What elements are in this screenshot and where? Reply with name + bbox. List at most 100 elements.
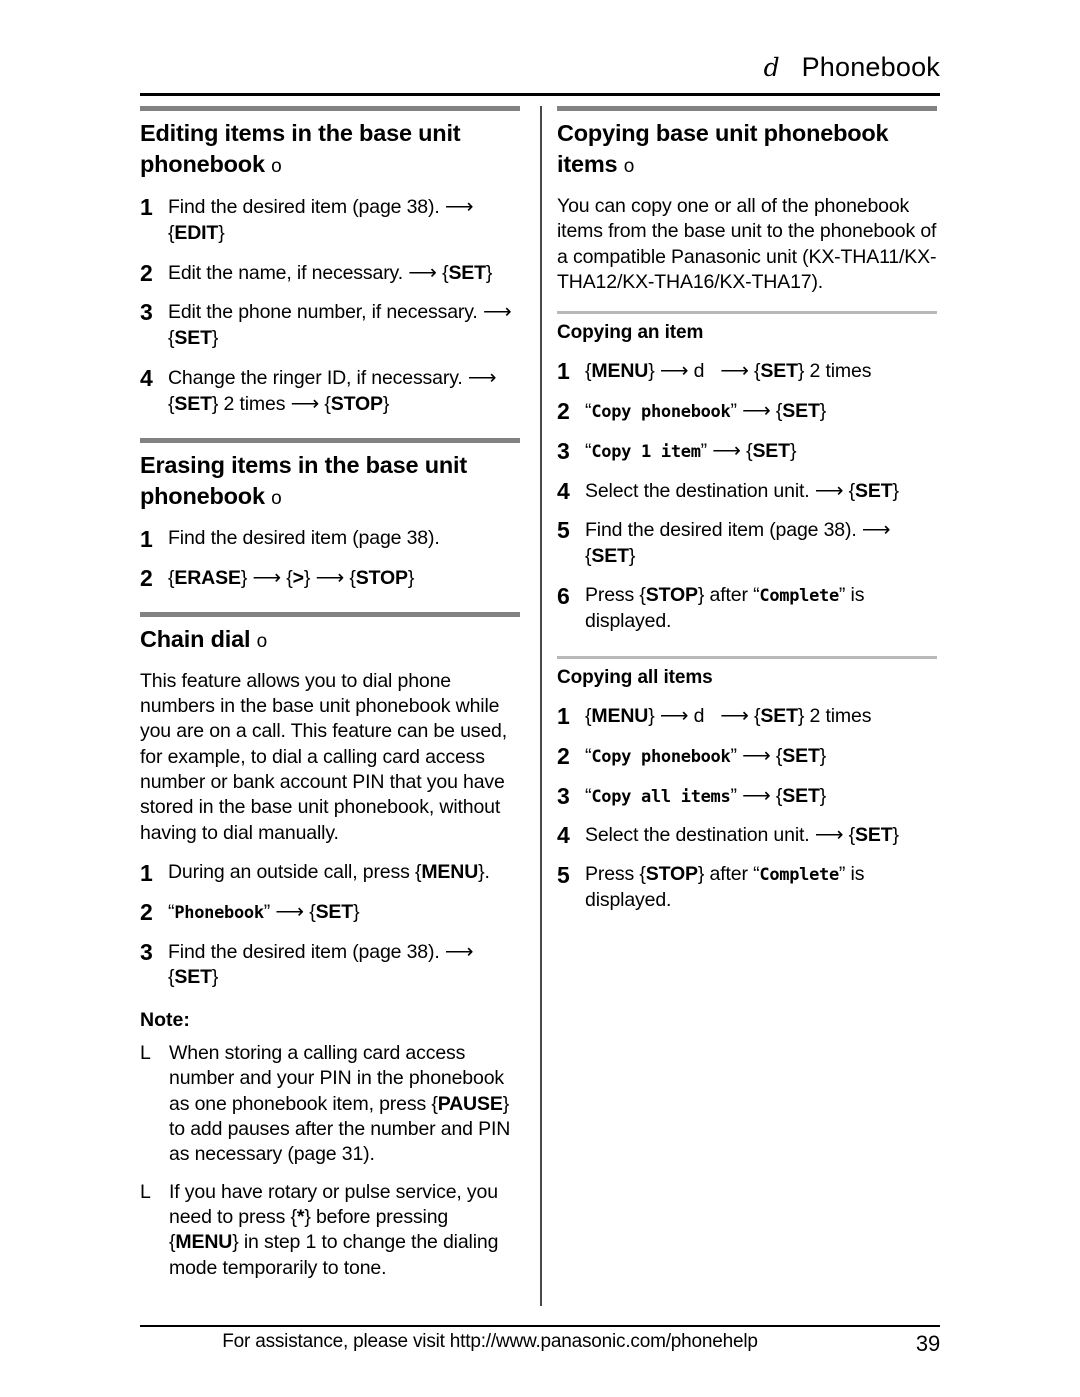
section-heading: Editing items in the base unit phonebook… [140, 118, 520, 180]
section-rule [140, 611, 520, 617]
step-text: Find the desired item (page 38). ⟶ {SET} [585, 519, 891, 568]
step-number: 6 [557, 582, 570, 609]
step-text: Find the desired item (page 38). [168, 527, 440, 550]
step-text: Edit the phone number, if necessary. ⟶ {… [168, 301, 512, 349]
steps-list: 1 {MENU} ⟶ d ⟶ {SET} 2 times 2 “Copy phoneb… [557, 358, 937, 634]
step-text: Press {STOP} after “Complete” is display… [585, 863, 865, 911]
note-item: L If you have rotary or pulse service, yo… [140, 1180, 520, 1281]
step-text: During an outside call, press {MENU}. [168, 861, 490, 884]
subsection-copying-all-items: Copying all items 1 {MENU} ⟶ d ⟶ {SET} 2 … [557, 656, 937, 913]
heading-marker: o [271, 488, 282, 510]
page-header: d Phonebook [140, 52, 940, 83]
step-number: 2 [140, 564, 153, 591]
step-text: Find the desired item (page 38). ⟶ {EDIT… [168, 196, 474, 244]
step-text: Select the destination unit. ⟶ {SET} [585, 479, 899, 502]
step-text: “Copy phonebook” ⟶ {SET} [585, 745, 827, 768]
note-item: L When storing a calling card access numb… [140, 1041, 520, 1168]
footer-assistance-text: For assistance, please visit http://www.… [222, 1331, 758, 1352]
page-footer: 39 For assistance, please visit http://w… [140, 1331, 940, 1357]
step-text: {ERASE} ⟶ {>} ⟶ {STOP} [168, 566, 415, 589]
step-item: 1 {MENU} ⟶ d ⟶ {SET} 2 times [557, 358, 937, 385]
section-rule [140, 438, 520, 444]
note-heading: Note: [140, 1009, 190, 1032]
column-divider [540, 106, 542, 1306]
subsection-rule [557, 656, 937, 660]
step-text: Find the desired item (page 38). ⟶ {SET} [168, 940, 474, 989]
steps-list: 1 Find the desired item (page 38). 2 {ERASE… [140, 526, 520, 591]
subsection-heading: Copying all items [557, 667, 713, 689]
left-column: Editing items in the base unit phonebook… [140, 106, 520, 1293]
step-text: Edit the name, if necessary. ⟶ {SET} [168, 261, 493, 284]
step-text: “Phonebook” ⟶ {SET} [168, 900, 360, 923]
heading-marker: o [271, 156, 282, 178]
section-heading-text: Copying base unit phonebook items [557, 120, 889, 178]
step-item: 3 “Copy all items” ⟶ {SET} [557, 783, 937, 810]
section-heading: Erasing items in the base unit phonebook… [140, 450, 520, 512]
step-number: 3 [140, 938, 153, 965]
step-number: 3 [140, 299, 153, 326]
step-number: 1 [557, 703, 570, 730]
step-number: 4 [557, 477, 570, 504]
section-paragraph: This feature allows you to dial phone nu… [140, 669, 508, 844]
step-item: 3 Find the desired item (page 38). ⟶ {SET… [140, 939, 520, 991]
step-text: “Copy all items” ⟶ {SET} [585, 784, 827, 807]
section-erasing-items: Erasing items in the base unit phonebook… [140, 438, 520, 592]
step-item: 4 Select the destination unit. ⟶ {SET} [557, 822, 937, 849]
step-item: 4 Change the ringer ID, if necessary. ⟶ {… [140, 365, 520, 418]
step-item: 2 {ERASE} ⟶ {>} ⟶ {STOP} [140, 565, 520, 592]
section-heading: Chain dial o [140, 624, 520, 655]
step-item: 3 Edit the phone number, if necessary. ⟶ … [140, 299, 520, 351]
step-number: 5 [557, 517, 570, 544]
step-number: 1 [557, 358, 570, 385]
section-heading-text: Chain dial [140, 625, 251, 652]
step-item: 2 “Phonebook” ⟶ {SET} [140, 899, 520, 926]
note-bullet-icon: L [140, 1042, 151, 1065]
header-divider [140, 93, 940, 96]
step-number: 1 [140, 194, 153, 221]
step-item: 2 “Copy phonebook” ⟶ {SET} [557, 743, 937, 770]
section-heading-text: Erasing items in the base unit phonebook [140, 452, 467, 510]
section-rule [557, 106, 937, 111]
step-text: {MENU} ⟶ d ⟶ {SET} 2 times [585, 360, 872, 383]
heading-marker: o [256, 630, 268, 652]
step-item: 4 Select the destination unit. ⟶ {SET} [557, 478, 937, 505]
step-text: Press {STOP} after “Complete” is display… [585, 583, 865, 632]
step-number: 2 [557, 398, 570, 425]
step-number: 5 [557, 862, 570, 889]
section-heading-text: Editing items in the base unit phonebook [140, 120, 461, 178]
steps-list: 1 Find the desired item (page 38). ⟶ {EDI… [140, 194, 520, 418]
step-item: 5 Find the desired item (page 38). ⟶ {SET… [557, 517, 937, 569]
step-number: 2 [140, 259, 153, 286]
step-text: “Copy 1 item” ⟶ {SET} [585, 439, 797, 462]
step-item: 5 Press {STOP} after “Complete” is displa… [557, 862, 937, 913]
step-text: Change the ringer ID, if necessary. ⟶ {S… [168, 366, 497, 416]
section-copying-items: Copying base unit phonebook items o You … [557, 106, 937, 914]
step-number: 2 [557, 743, 570, 770]
step-item: 1 {MENU} ⟶ d ⟶ {SET} 2 times [557, 703, 937, 730]
steps-list: 1 {MENU} ⟶ d ⟶ {SET} 2 times 2 “Copy phoneb… [557, 703, 937, 913]
step-item: 1 Find the desired item (page 38). [140, 526, 520, 552]
step-number: 1 [140, 860, 153, 887]
step-number: 2 [140, 898, 153, 925]
step-text: {MENU} ⟶ d ⟶ {SET} 2 times [585, 705, 872, 728]
note-bullet-icon: L [140, 1180, 151, 1203]
steps-list: 1 During an outside call, press {MENU}. 2 “… [140, 860, 520, 991]
step-number: 1 [140, 526, 153, 553]
step-item: 6 Press {STOP} after “Complete” is displa… [557, 583, 937, 634]
section-paragraph: You can copy one or all of the phonebook… [557, 195, 937, 294]
step-item: 1 During an outside call, press {MENU}. [140, 860, 520, 886]
manual-page: d Phonebook Editing items in the base uni… [0, 0, 1080, 1397]
step-text: Select the destination unit. ⟶ {SET} [585, 824, 899, 847]
notes-list: L When storing a calling card access numb… [140, 1041, 520, 1281]
step-item: 3 “Copy 1 item” ⟶ {SET} [557, 438, 937, 465]
step-number: 3 [557, 782, 570, 809]
subsection-rule [557, 311, 937, 315]
heading-marker: o [623, 156, 635, 178]
section-chain-dial: Chain dial o This feature allows you to … [140, 611, 520, 1281]
step-item: 2 “Copy phonebook” ⟶ {SET} [557, 398, 937, 425]
section-rule [140, 106, 520, 111]
section-heading: Copying base unit phonebook items o [557, 118, 937, 180]
step-text: “Copy phonebook” ⟶ {SET} [585, 400, 827, 423]
step-number: 4 [140, 364, 153, 391]
section-editing-items: Editing items in the base unit phonebook… [140, 106, 520, 418]
